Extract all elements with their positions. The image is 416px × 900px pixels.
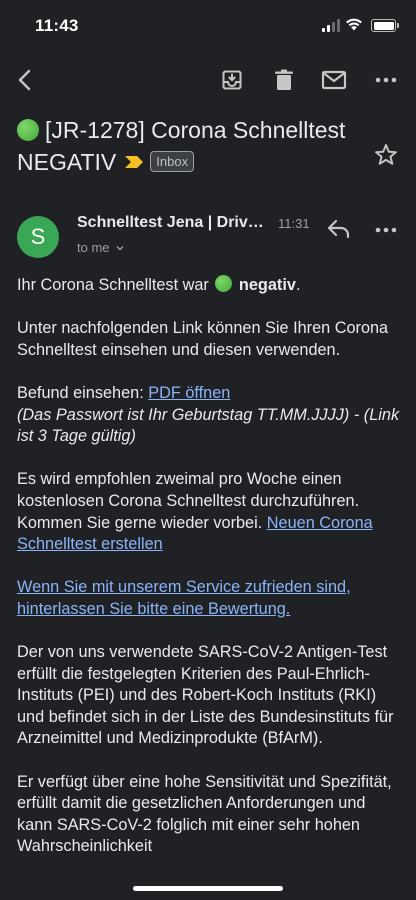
intro-suffix: . [295,276,301,294]
chevron-down-icon [116,246,124,251]
inbox-label[interactable]: Inbox [150,151,195,172]
recipient-toggle[interactable]: to me [77,240,125,255]
status-bar: 11:43 [0,0,416,52]
battery-icon [371,19,399,32]
home-indicator[interactable] [133,886,283,891]
review-link[interactable]: Wenn Sie mit unserem Service zufrieden s… [17,578,351,618]
trash-icon[interactable] [270,66,298,94]
recipient-text: to me [77,240,110,255]
back-arrow-icon[interactable] [11,66,39,94]
star-icon[interactable] [373,142,399,168]
more-options-icon[interactable] [373,217,399,243]
reply-icon[interactable] [326,217,354,243]
sender-name[interactable]: Schnelltest Jena | Drive... [77,214,267,232]
important-marker-icon[interactable] [124,155,144,169]
green-circle-icon [215,275,233,292]
pdf-link[interactable]: PDF öffnen [148,384,230,402]
recommend-paragraph: Es wird empfohlen zweimal pro Woche eine… [17,469,402,555]
email-toolbar [0,58,416,102]
email-subject: [JR-1278] Corona Schnelltest NEGATIV Inbo… [17,114,362,178]
review-paragraph: Wenn Sie mit unserem Service zufrieden s… [17,577,402,620]
intro-paragraph: Ihr Corona Schnelltest war negativ. [17,275,402,297]
email-body: Ihr Corona Schnelltest war negativ. Unte… [17,275,402,880]
archive-icon[interactable] [218,66,246,94]
wifi-icon [345,17,363,36]
sender-avatar[interactable]: S [17,216,59,258]
password-note: (Das Passwort ist Ihr Geburtstag TT.MM.J… [17,405,400,446]
mail-unread-icon[interactable] [320,66,348,94]
sender-time: 11:31 [278,216,310,231]
green-circle-icon [17,119,39,141]
result-negative: negativ [238,276,296,294]
sensitivity-paragraph: Er verfügt über eine hohe Sensitivität u… [17,772,392,856]
intro-text: Ihr Corona Schnelltest war [17,276,209,294]
subject-text-2: NEGATIV [17,149,117,175]
signal-icon [322,19,340,32]
link-paragraph: Unter nachfolgenden Link können Sie Ihre… [17,319,389,359]
befund-paragraph: Befund einsehen: PDF öffnen (Das Passwort… [17,383,402,448]
status-time: 11:43 [35,16,79,35]
more-horizontal-icon[interactable] [372,66,400,94]
antigen-paragraph: Der von uns verwendete SARS-CoV-2 Antige… [17,643,394,748]
befund-label: Befund einsehen: [17,383,144,402]
subject-text: [JR-1278] Corona Schnelltest [45,117,346,143]
